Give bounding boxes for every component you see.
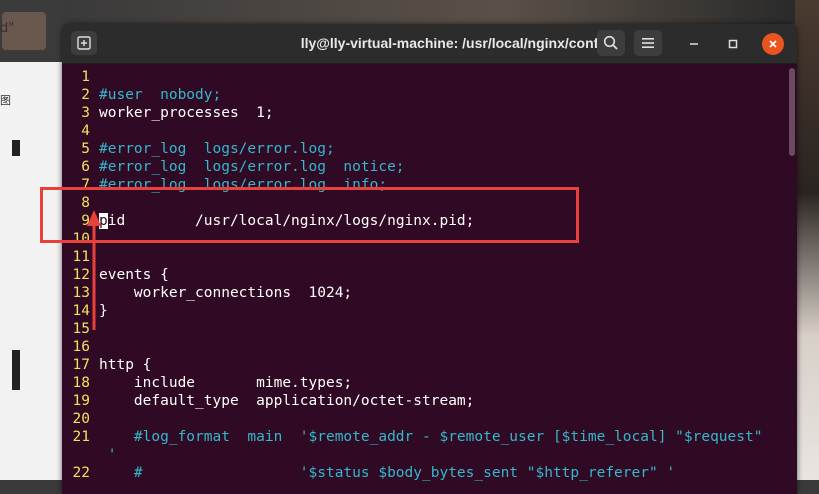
annotation-arrow: [87, 210, 101, 330]
